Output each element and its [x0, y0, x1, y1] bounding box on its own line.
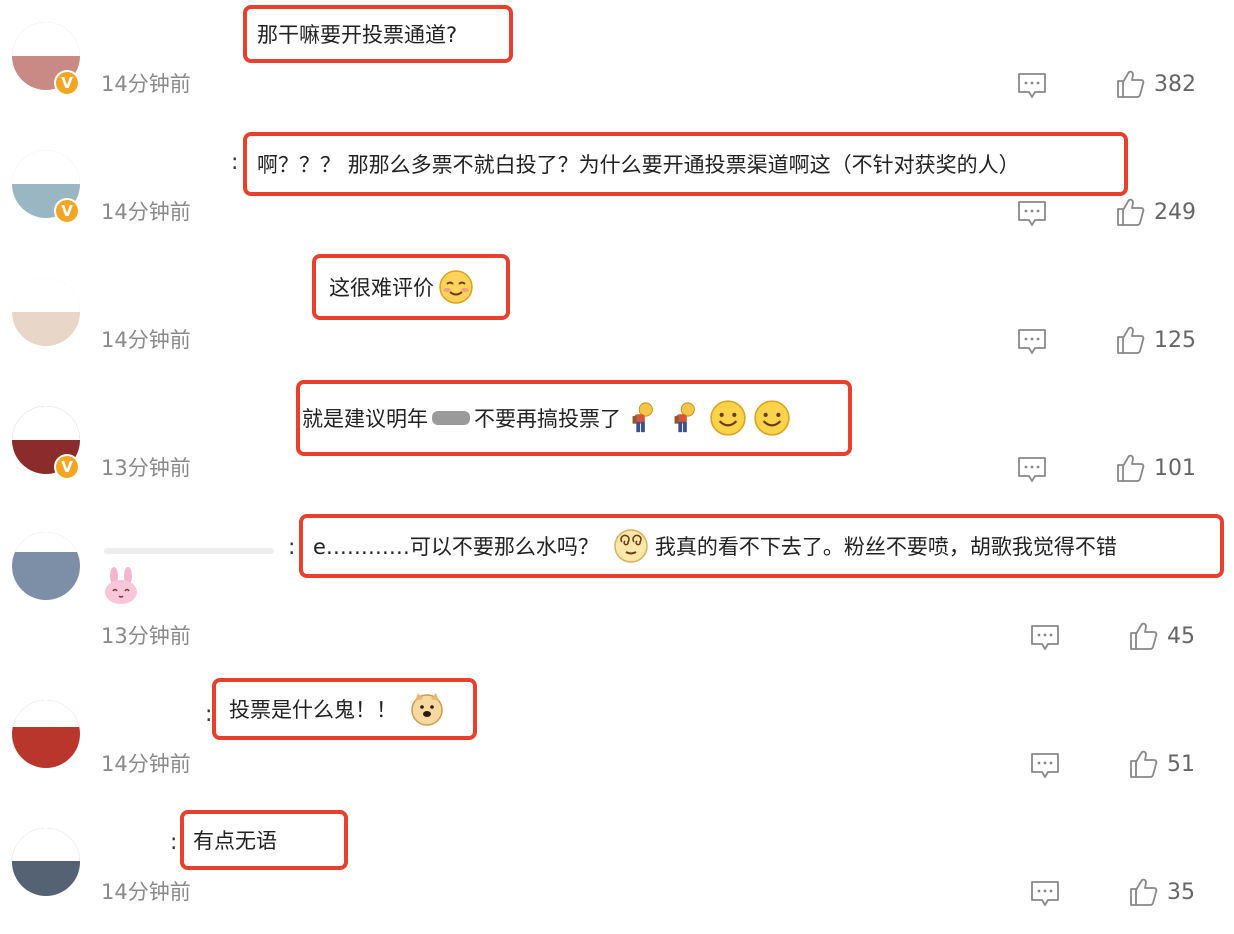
- like-count: 382: [1154, 72, 1196, 97]
- verified-badge-icon: V: [54, 454, 80, 480]
- comment-icon[interactable]: [1030, 879, 1060, 909]
- comment-text: 啊？？？ 那那么多票不就白投了？为什么要开通投票渠道啊这（不针对获奖的人）: [257, 153, 1020, 177]
- like-count: 35: [1167, 880, 1195, 905]
- comment-text-highlight: e…………可以不要那么水吗？ 我真的看不下去了。粉丝不要喷，胡歌我觉得不错: [299, 514, 1224, 578]
- like-count: 101: [1154, 456, 1196, 481]
- thumbs-up-icon[interactable]: [1115, 325, 1145, 355]
- comment-text: e…………可以不要那么水吗？: [313, 535, 599, 559]
- username-separator: :: [170, 830, 178, 855]
- verified-badge-icon: V: [54, 198, 80, 224]
- comment-text-continued: 我真的看不下去了。粉丝不要喷，胡歌我觉得不错: [654, 535, 1117, 559]
- comment-text: 就是建议明年: [302, 407, 428, 431]
- like-count: 51: [1167, 752, 1195, 777]
- thumbs-up-icon[interactable]: [1115, 197, 1145, 227]
- comment-text: 有点无语: [193, 829, 277, 853]
- comment-icon[interactable]: [1017, 199, 1047, 229]
- comment-text: 那干嘛要开投票通道?: [257, 23, 458, 47]
- username-separator: :: [231, 150, 239, 175]
- comment-icon[interactable]: [1017, 327, 1047, 357]
- smile-emoji-icon: [753, 399, 791, 437]
- comment-icon[interactable]: [1030, 751, 1060, 781]
- avatar[interactable]: [12, 532, 80, 600]
- comment-icon[interactable]: [1017, 71, 1047, 101]
- username-placeholder: [104, 548, 274, 554]
- comment-text-highlight: 有点无语: [180, 810, 348, 870]
- comment-time: 14分钟前: [101, 880, 191, 904]
- comment-time: 14分钟前: [101, 752, 191, 776]
- doge-emoji-icon: [409, 691, 445, 727]
- rabbit-emoji-icon: [101, 566, 141, 606]
- blush-emoji-icon: [438, 269, 474, 305]
- like-count: 249: [1154, 200, 1196, 225]
- redacted-name: [432, 411, 470, 425]
- avatar[interactable]: [12, 700, 80, 768]
- thumbs-up-icon[interactable]: [1115, 453, 1145, 483]
- thumbs-up-icon[interactable]: [1128, 621, 1158, 651]
- comment-time: 14分钟前: [101, 328, 191, 352]
- username-separator: :: [288, 535, 296, 560]
- comment-text-highlight: 投票是什么鬼！！: [212, 678, 477, 740]
- comment-text: 投票是什么鬼！！: [229, 698, 397, 722]
- thumbs-up-icon[interactable]: [1128, 877, 1158, 907]
- comment-text-highlight: 那干嘛要开投票通道?: [243, 5, 513, 63]
- verified-badge-icon: V: [54, 70, 80, 96]
- like-count: 125: [1154, 328, 1196, 353]
- bow-emoji-icon: [625, 401, 659, 435]
- bow-emoji-icon: [667, 401, 701, 435]
- dizzy-emoji-icon: [613, 528, 649, 564]
- comment-text: 不要再搞投票了: [474, 407, 621, 431]
- comment-text: 这很难评价: [329, 276, 434, 300]
- comment-time: 13分钟前: [101, 624, 191, 648]
- avatar[interactable]: [12, 828, 80, 896]
- avatar[interactable]: [12, 278, 80, 346]
- smile-emoji-icon: [709, 399, 747, 437]
- comment-time: 14分钟前: [101, 72, 191, 96]
- comment-time: 14分钟前: [101, 200, 191, 224]
- comment-time: 13分钟前: [101, 456, 191, 480]
- comment-icon[interactable]: [1030, 623, 1060, 653]
- comment-icon[interactable]: [1017, 455, 1047, 485]
- comment-text-highlight: 这很难评价: [312, 254, 510, 320]
- comment-text-highlight: 就是建议明年 不要再搞投票了: [296, 380, 852, 456]
- like-count: 45: [1167, 624, 1195, 649]
- thumbs-up-icon[interactable]: [1115, 69, 1145, 99]
- thumbs-up-icon[interactable]: [1128, 749, 1158, 779]
- comment-text-highlight: 啊？？？ 那那么多票不就白投了？为什么要开通投票渠道啊这（不针对获奖的人）: [243, 132, 1128, 196]
